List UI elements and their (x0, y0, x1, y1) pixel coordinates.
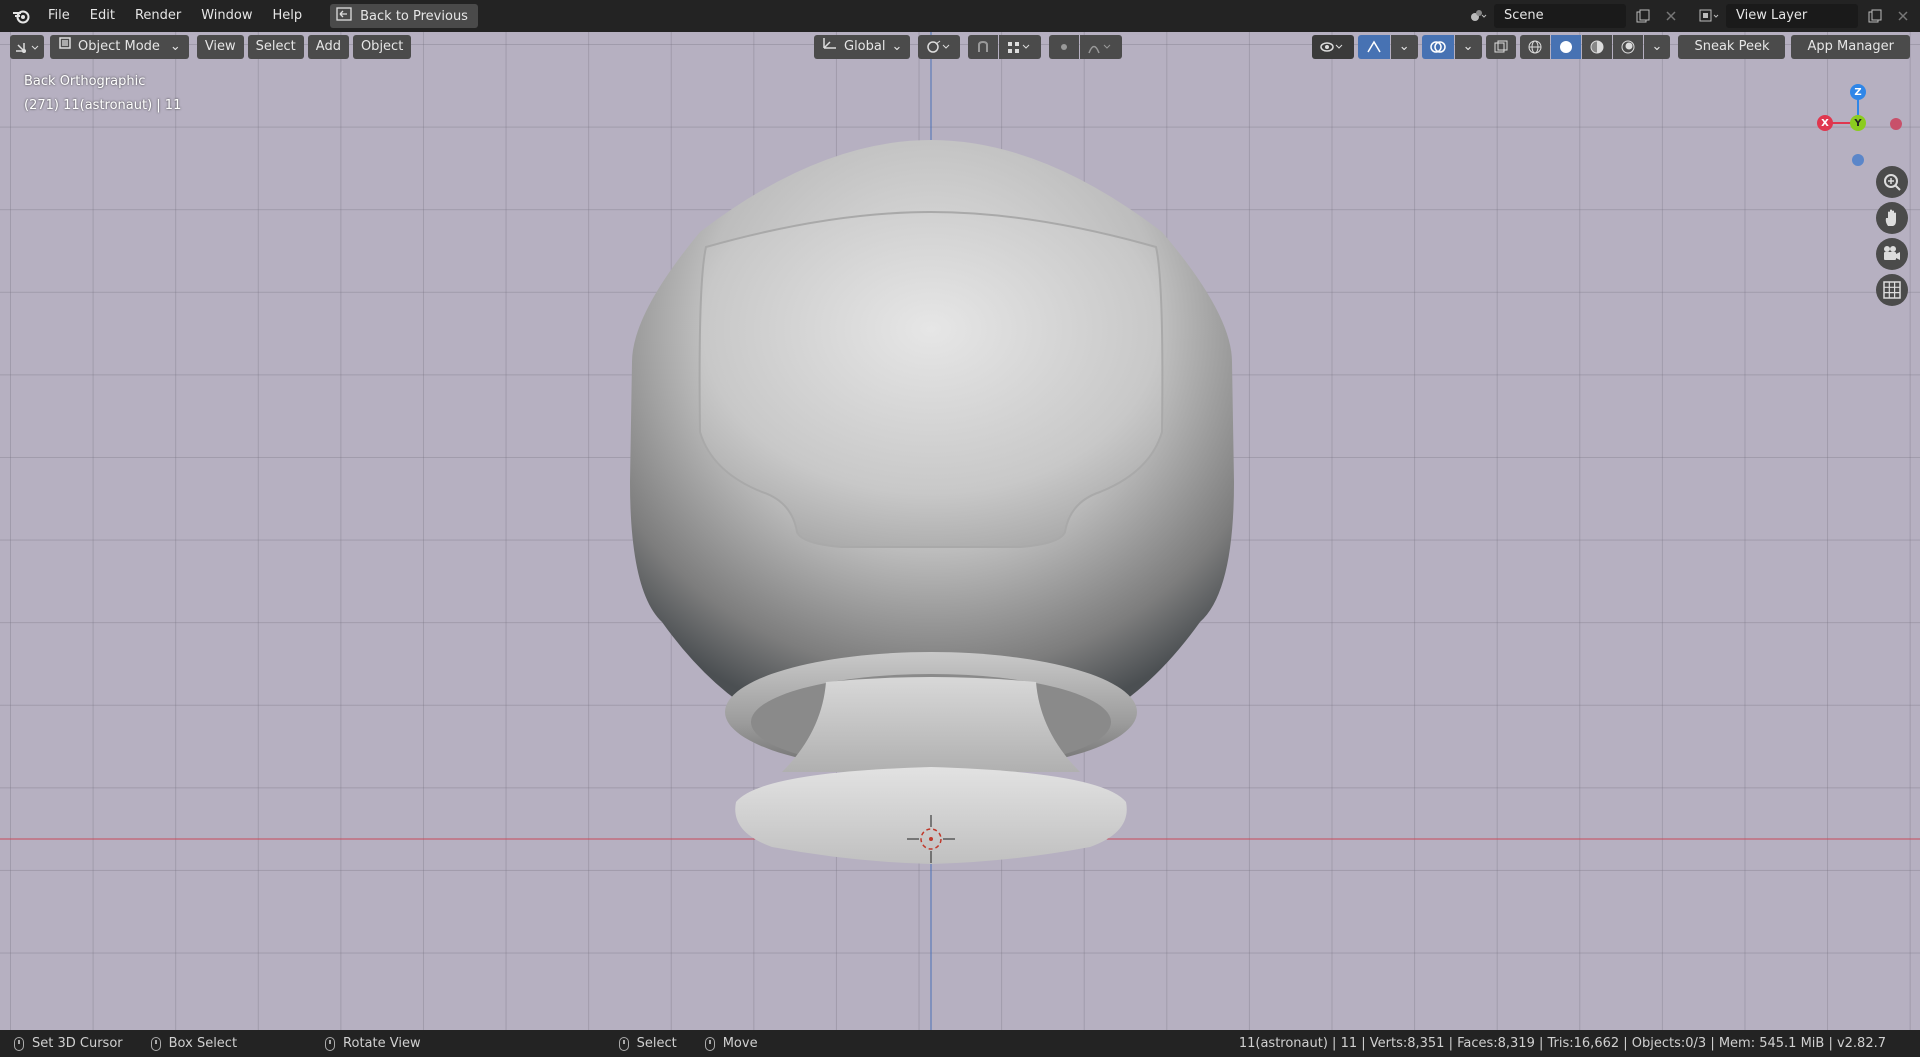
scene-name-field[interactable]: Scene (1494, 4, 1626, 28)
snap-icon[interactable] (999, 35, 1042, 59)
status-bar: Set 3D Cursor Box Select Rotate View Sel… (0, 1030, 1920, 1057)
blender-logo[interactable] (4, 0, 38, 32)
menu-render[interactable]: Render (125, 4, 191, 28)
status-set-cursor: Set 3D Cursor (14, 1036, 123, 1051)
proportional-falloff-icon[interactable] (1080, 35, 1123, 59)
view-layer-field[interactable]: View Layer (1726, 4, 1858, 28)
chevron-down-icon: ⌄ (169, 39, 181, 54)
chevron-down-icon: ⌄ (1398, 39, 1410, 54)
proportional-icon[interactable] (1049, 35, 1080, 59)
gizmo-icon[interactable] (1357, 35, 1390, 59)
viewport-header: Object Mode ⌄ View Select Add Object Glo… (0, 32, 1920, 62)
orientation-dropdown[interactable]: Global ⌄ (814, 35, 911, 59)
mouse-icon (325, 1036, 336, 1051)
back-icon (336, 7, 352, 25)
status-select: Select (618, 1036, 677, 1051)
mouse-icon (618, 1036, 629, 1051)
back-to-previous-button[interactable]: Back to Previous (330, 4, 478, 28)
app-manager-button[interactable]: App Manager (1791, 35, 1910, 59)
3d-viewport[interactable]: Back Orthographic (271) 11(astronaut) | … (0, 32, 1920, 1030)
gizmo-neg-x[interactable] (1890, 118, 1902, 130)
visibility-icon[interactable] (1311, 35, 1354, 59)
view-layer-browse-icon[interactable] (1698, 5, 1720, 27)
menu-help[interactable]: Help (263, 4, 313, 28)
chevron-down-icon: ⌄ (1462, 39, 1474, 54)
mouse-icon (704, 1036, 715, 1051)
menu-file[interactable]: File (38, 4, 80, 28)
shading-rendered-icon[interactable] (1612, 35, 1643, 59)
editor-type-icon[interactable] (10, 35, 44, 59)
new-view-layer-icon[interactable] (1864, 5, 1886, 27)
menu-view[interactable]: View (196, 35, 244, 59)
menu-add[interactable]: Add (307, 35, 349, 59)
new-scene-icon[interactable] (1632, 5, 1654, 27)
camera-icon[interactable] (1876, 238, 1908, 270)
grid-icon[interactable] (1876, 274, 1908, 306)
scene-browse-icon[interactable] (1466, 5, 1488, 27)
mouse-icon (14, 1036, 24, 1051)
gizmo-y-axis[interactable]: Y (1850, 115, 1866, 131)
gizmo-x-axis[interactable]: X (1817, 115, 1833, 131)
navigation-gizmo[interactable]: Z X Y (1800, 68, 1910, 168)
scene-statistics: 11(astronaut) | 11 | Verts:8,351 | Faces… (1238, 1036, 1886, 1051)
object-info-label: (271) 11(astronaut) | 11 (24, 98, 182, 113)
neck-column (782, 677, 1080, 772)
orientation-icon (822, 35, 838, 59)
mouse-icon (150, 1036, 161, 1051)
shading-solid-icon[interactable] (1550, 35, 1581, 59)
shading-material-icon[interactable] (1581, 35, 1612, 59)
status-box-select: Box Select (150, 1036, 237, 1051)
menu-edit[interactable]: Edit (80, 4, 125, 28)
delete-view-layer-icon[interactable] (1892, 5, 1914, 27)
xray-icon[interactable] (1485, 35, 1516, 59)
overlay-dropdown-icon[interactable]: ⌄ (1454, 35, 1482, 59)
delete-scene-icon[interactable] (1660, 5, 1682, 27)
chevron-down-icon: ⌄ (1651, 39, 1663, 54)
shading-dropdown-icon[interactable]: ⌄ (1643, 35, 1671, 59)
menu-window[interactable]: Window (191, 4, 262, 28)
status-rotate-view: Rotate View (325, 1036, 421, 1051)
gizmo-dropdown-icon[interactable]: ⌄ (1390, 35, 1418, 59)
chevron-down-icon: ⌄ (891, 39, 903, 54)
snap-toggle-icon[interactable] (968, 35, 999, 59)
view-name-label: Back Orthographic (24, 74, 146, 89)
pivot-icon[interactable] (918, 35, 961, 59)
status-move: Move (704, 1036, 758, 1051)
pan-hand-icon[interactable] (1876, 202, 1908, 234)
object-mode-icon (58, 35, 72, 59)
shading-wire-icon[interactable] (1519, 35, 1550, 59)
zoom-icon[interactable] (1876, 166, 1908, 198)
overlay-icon[interactable] (1421, 35, 1454, 59)
menu-object[interactable]: Object (352, 35, 412, 59)
back-label: Back to Previous (360, 8, 468, 24)
viewport-scene (0, 32, 1920, 1030)
gizmo-z-axis[interactable]: Z (1850, 84, 1866, 100)
object-mode-dropdown[interactable]: Object Mode ⌄ (50, 35, 189, 59)
gizmo-neg-z[interactable] (1852, 154, 1864, 166)
sneak-peek-button[interactable]: Sneak Peek (1678, 35, 1786, 59)
top-bar: File Edit Render Window Help Back to Pre… (0, 0, 1920, 32)
menu-select[interactable]: Select (247, 35, 304, 59)
